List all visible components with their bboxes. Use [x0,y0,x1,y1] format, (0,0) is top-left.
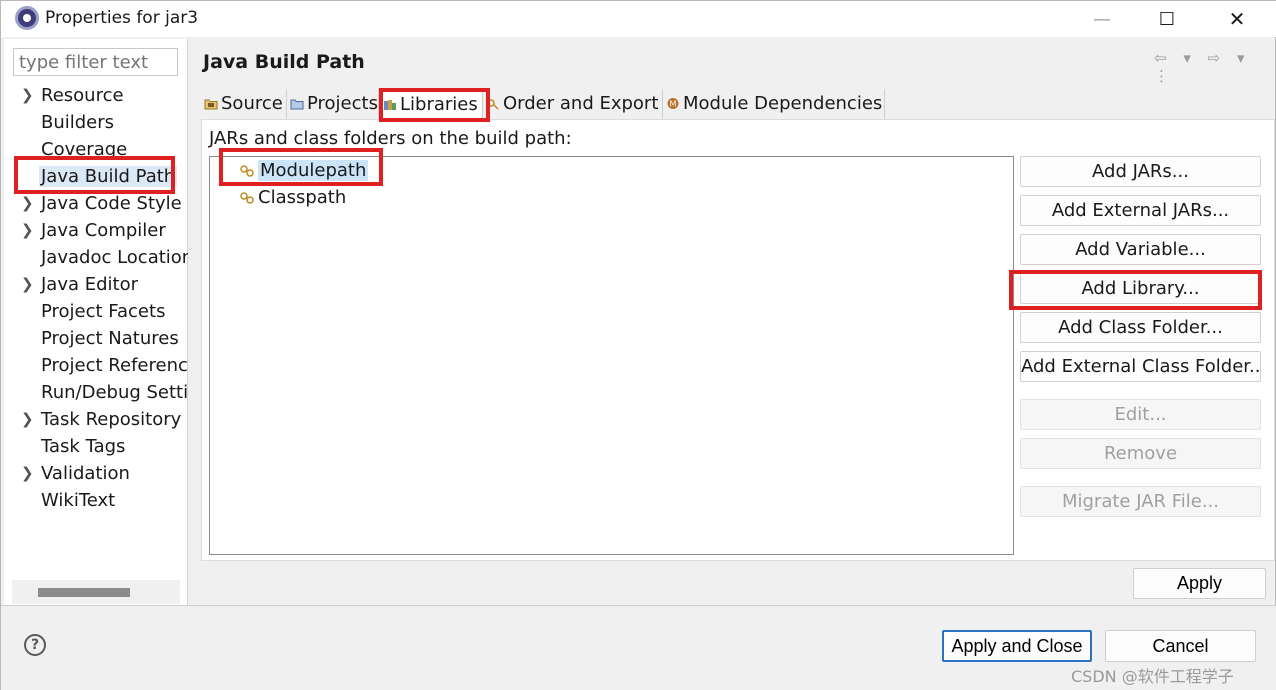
tab-projects[interactable]: Projects [287,89,379,119]
add-external-class-folder-button[interactable]: Add External Class Folder... [1020,351,1261,382]
projects-icon [290,99,304,110]
page-title: Java Build Path [203,51,365,73]
highlight-modulepath [219,148,383,186]
tree-item-java-compiler[interactable]: ❯ Java Compiler [4,217,188,244]
build-path-label: JARs and class folders on the build path… [209,128,572,149]
add-jars-button[interactable]: Add JARs... [1020,156,1261,187]
help-icon[interactable]: ? [24,634,46,656]
property-page-tree-pane: ❯Resource Builders Coverage Java Build P… [4,39,188,605]
tree-item-java-code-style[interactable]: ❯ Java Code Style [4,190,188,217]
tree-item-task-tags[interactable]: Task Tags [4,433,188,460]
tab-module-dependencies[interactable]: M Module Dependencies [663,89,885,119]
window-title: Properties for jar3 [45,8,199,28]
source-folder-icon [204,99,218,110]
forward-arrow-icon[interactable]: ⇨ ▾ [1208,49,1251,67]
tree-item-builders[interactable]: Builders [4,109,188,136]
page-navigation: ⇦ ▾ ⇨ ▾ ⋮ [1154,49,1275,85]
highlight-libraries-tab [379,88,490,122]
expand-chevron-icon[interactable]: ❯ [21,190,34,217]
watermark: CSDN @软件工程学子 [1071,667,1234,686]
tree-item-java-editor[interactable]: ❯ Java Editor [4,271,188,298]
remove-button[interactable]: Remove [1020,438,1261,469]
maximize-button[interactable]: ☐ [1144,1,1190,37]
add-variable-button[interactable]: Add Variable... [1020,234,1261,265]
cancel-button[interactable]: Cancel [1105,630,1256,662]
title-bar: Properties for jar3 — ☐ ✕ [1,1,1276,37]
apply-and-close-button[interactable]: Apply and Close [942,630,1092,662]
dialog-button-bar: ? Apply and Close Cancel CSDN @软件工程学子 [1,605,1276,690]
edit-button[interactable]: Edit... [1020,399,1261,430]
module-icon: M [667,98,679,109]
tree-item-javadoc-location[interactable]: Javadoc Location [4,244,188,271]
migrate-jar-file-button[interactable]: Migrate JAR File... [1020,486,1261,517]
horizontal-scrollbar[interactable] [12,580,180,604]
expand-chevron-icon[interactable]: ❯ [21,271,34,298]
tab-source[interactable]: Source [201,89,287,119]
expand-chevron-icon[interactable]: ❯ [21,406,34,433]
tab-order-and-export[interactable]: Order and Export [483,89,663,119]
properties-dialog: Properties for jar3 — ☐ ✕ ❯Resource Buil… [0,0,1276,690]
highlight-add-library [1009,270,1262,310]
svg-text:M: M [670,100,677,109]
minimize-button[interactable]: — [1079,1,1125,37]
close-button[interactable]: ✕ [1214,1,1260,37]
tree-item-task-repository[interactable]: ❯ Task Repository [4,406,188,433]
tree-item-validation[interactable]: ❯ Validation [4,460,188,487]
apply-button[interactable]: Apply [1133,568,1266,599]
tree-item-wikitext[interactable]: WikiText [4,487,188,514]
view-menu-icon[interactable]: ⋮ [1154,67,1175,85]
filter-input[interactable] [13,48,178,76]
expand-chevron-icon[interactable]: ❯ [21,217,34,244]
scrollbar-thumb[interactable] [38,588,130,597]
path-container-icon [240,192,254,204]
add-class-folder-button[interactable]: Add Class Folder... [1020,312,1261,343]
list-item-classpath[interactable]: Classpath [236,185,346,211]
property-page-content: Java Build Path ⇦ ▾ ⇨ ▾ ⋮ Source Project… [189,39,1275,605]
tree-item-run-debug-settings[interactable]: Run/Debug Settings [4,379,188,406]
build-path-tree[interactable]: Modulepath Classpath [209,156,1014,555]
add-external-jars-button[interactable]: Add External JARs... [1020,195,1261,226]
expand-chevron-icon[interactable]: ❯ [21,82,34,109]
tab-bar: Source Projects Libraries Order and Expo… [201,89,887,119]
back-arrow-icon[interactable]: ⇦ ▾ [1154,49,1197,67]
property-page-tree: ❯ Resource Builders Coverage Java Build P… [4,82,188,514]
tree-item-project-natures[interactable]: Project Natures [4,325,188,352]
expand-chevron-icon[interactable]: ❯ [21,460,34,487]
tree-item-project-references[interactable]: Project References [4,352,188,379]
tree-item-resource[interactable]: ❯ Resource [4,82,188,109]
tree-item-project-facets[interactable]: Project Facets [4,298,188,325]
eclipse-logo-icon [15,6,39,30]
highlight-java-build-path [14,156,175,194]
